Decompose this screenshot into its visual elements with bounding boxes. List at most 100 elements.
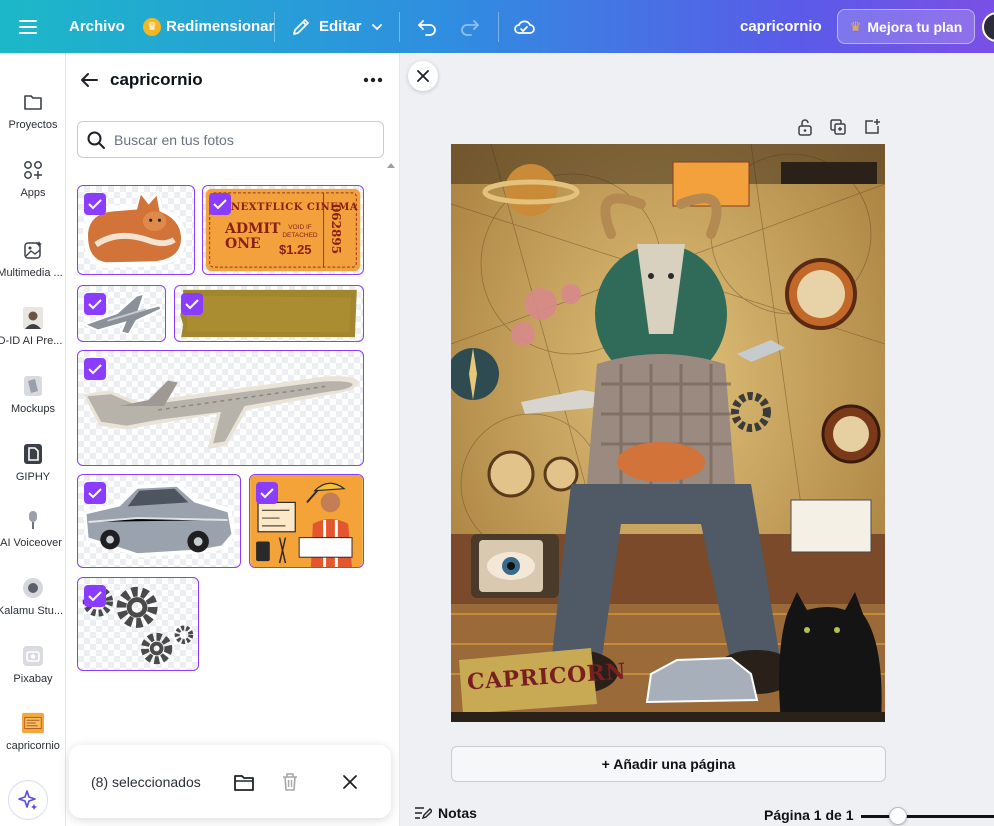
- rail-item-apps[interactable]: Apps: [0, 159, 66, 199]
- rail-label: Mockups: [10, 403, 56, 415]
- chevron-down-icon: [371, 23, 382, 30]
- checkmark-icon[interactable]: [209, 193, 231, 215]
- rail-item-capricornio[interactable]: capricornio: [0, 712, 66, 752]
- top-bar: Archivo ♛ Redimensionar Editar capricorn…: [0, 0, 994, 53]
- more-options-icon[interactable]: [360, 69, 386, 91]
- selection-count: (8) seleccionados: [91, 774, 201, 790]
- canvas-area: CAPRICORN + Añadir una página Notas Pági…: [400, 53, 994, 826]
- rail-item-kalamu[interactable]: Kalamu Stu...: [0, 577, 66, 617]
- close-panel-button[interactable]: [408, 61, 438, 91]
- rail-item-mockups[interactable]: Mockups: [0, 375, 66, 415]
- photo-thumbnail-ticket[interactable]: NEXTFLICK CINEMA ADMIT ONE VOID IF DETAC…: [202, 185, 364, 275]
- magic-sparkle-button[interactable]: [8, 780, 48, 820]
- rail-label: GIPHY: [15, 471, 51, 483]
- notes-icon: [415, 807, 432, 820]
- design-page[interactable]: CAPRICORN: [451, 144, 885, 722]
- ticket-number-text: 062895: [329, 203, 344, 255]
- checkmark-icon[interactable]: [84, 585, 106, 607]
- edit-menu[interactable]: Editar: [291, 0, 384, 53]
- checkmark-icon[interactable]: [256, 482, 278, 504]
- kalamu-icon: [22, 577, 44, 599]
- microphone-icon: [22, 509, 44, 531]
- add-page-icon[interactable]: [863, 118, 881, 136]
- zoom-slider-track[interactable]: [861, 815, 994, 818]
- ticket-admit-text: ADMIT ONE: [225, 221, 281, 252]
- zoom-slider-fill: [861, 815, 889, 818]
- back-arrow-icon[interactable]: [78, 69, 100, 91]
- file-menu[interactable]: Archivo: [69, 0, 125, 53]
- airplane-image: [83, 376, 359, 450]
- notes-button[interactable]: Notas: [414, 805, 477, 821]
- collage-artwork: [451, 144, 885, 722]
- panel-title: capricornio: [110, 70, 203, 89]
- checkmark-icon[interactable]: [84, 358, 106, 380]
- rail-item-media[interactable]: Multimedia ...: [0, 239, 66, 279]
- ticket-void-text: VOID IF DETACHED: [282, 224, 318, 239]
- duplicate-page-icon[interactable]: [829, 118, 847, 136]
- checkmark-icon[interactable]: [84, 482, 106, 504]
- resize-label: Redimensionar: [166, 18, 275, 35]
- photo-thumbnail-cat[interactable]: [77, 185, 195, 275]
- notes-label: Notas: [438, 805, 477, 821]
- menu-icon[interactable]: [19, 0, 37, 53]
- panel-scrollbar[interactable]: [384, 159, 395, 826]
- zoom-slider-handle[interactable]: [889, 807, 907, 825]
- search-box[interactable]: [77, 121, 384, 158]
- panel-header: capricornio: [66, 53, 400, 105]
- photo-thumbnail-old-paper[interactable]: [174, 285, 364, 342]
- photo-thumbnail-airplane[interactable]: [77, 350, 364, 466]
- rail-label: Proyectos: [8, 119, 58, 131]
- checkmark-icon[interactable]: [84, 293, 106, 315]
- rail-item-pixabay[interactable]: Pixabay: [0, 645, 66, 685]
- page-indicator[interactable]: Página 1 de 1: [764, 807, 853, 823]
- rail-item-giphy[interactable]: GIPHY: [0, 443, 66, 483]
- scroll-up-arrow[interactable]: [387, 163, 395, 168]
- trash-icon[interactable]: [279, 771, 301, 793]
- rail-item-projects[interactable]: Proyectos: [0, 91, 66, 131]
- checkmark-icon[interactable]: [181, 293, 203, 315]
- checkmark-icon[interactable]: [84, 193, 106, 215]
- photo-thumbnail-engineer[interactable]: [249, 474, 364, 568]
- photos-panel: capricornio NEXTFLICK CINEMA ADMIT ONE V…: [66, 53, 400, 826]
- photo-thumbnail-small-plane[interactable]: [77, 285, 166, 342]
- document-title[interactable]: capricornio: [740, 0, 822, 53]
- rail-label: Kalamu Stu...: [0, 605, 64, 617]
- mockups-icon: [22, 375, 44, 397]
- resize-button[interactable]: ♛ Redimensionar: [143, 0, 274, 53]
- upgrade-button[interactable]: ♛ Mejora tu plan: [837, 9, 975, 44]
- paper-image: [180, 289, 357, 338]
- photo-thumbnail-gears[interactable]: [77, 577, 199, 671]
- media-icon: [22, 239, 44, 261]
- rail-label: capricornio: [6, 740, 60, 752]
- rail-label: Apps: [20, 187, 46, 199]
- rail-label: AI Voiceover: [0, 537, 62, 549]
- avatar[interactable]: [982, 12, 994, 42]
- divider: [274, 12, 275, 42]
- close-icon[interactable]: [340, 772, 360, 792]
- undo-icon[interactable]: [416, 0, 438, 53]
- crown-icon: ♛: [849, 18, 862, 34]
- rail-item-ai-voiceover[interactable]: AI Voiceover: [0, 509, 66, 549]
- divider: [498, 12, 499, 42]
- photo-thumbnail-car[interactable]: [77, 474, 241, 568]
- left-rail: Proyectos Apps Multimedia ... D-ID AI Pr…: [0, 53, 66, 826]
- d-id-avatar-icon: [22, 307, 44, 329]
- add-page-button[interactable]: + Añadir una página: [451, 746, 886, 782]
- upgrade-label: Mejora tu plan: [867, 18, 963, 35]
- pixabay-icon: [22, 645, 44, 667]
- rail-label: D-ID AI Pre...: [0, 335, 63, 347]
- search-icon: [87, 131, 105, 149]
- pencil-icon: [293, 18, 309, 35]
- cloud-saved-icon[interactable]: [513, 0, 535, 53]
- folder-icon[interactable]: [233, 771, 255, 793]
- lock-icon[interactable]: [796, 118, 814, 136]
- ticket-price-text: $1.25: [279, 242, 312, 257]
- crown-icon: ♛: [143, 17, 161, 36]
- apps-icon: [22, 159, 44, 181]
- rail-item-d-id[interactable]: D-ID AI Pre...: [0, 307, 66, 347]
- capricornio-thumbnail-icon: [22, 712, 44, 734]
- search-input[interactable]: [114, 122, 383, 157]
- edit-label: Editar: [319, 18, 362, 35]
- redo-icon[interactable]: [459, 0, 481, 53]
- selection-bar: (8) seleccionados: [69, 745, 391, 818]
